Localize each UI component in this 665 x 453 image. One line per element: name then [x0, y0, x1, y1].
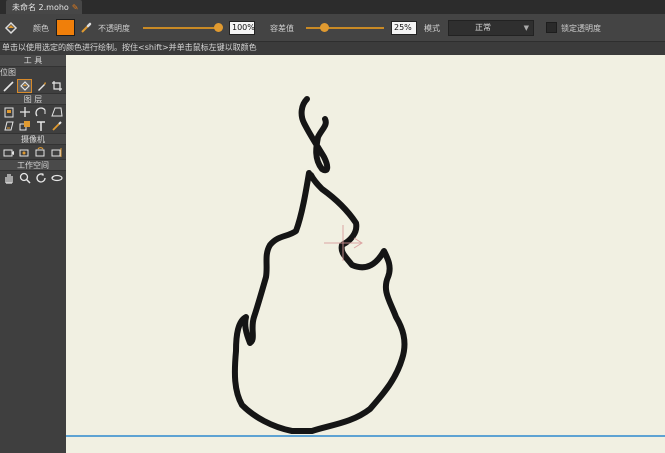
workspace-rotate-tool[interactable] [33, 171, 48, 185]
paint-bucket-tool-icon [19, 81, 30, 91]
lock-opacity-checkbox[interactable] [546, 22, 557, 33]
tolerance-slider[interactable] [306, 27, 384, 29]
mode-select-value: 正常 [475, 23, 491, 32]
translate-layer-icon [19, 107, 30, 117]
scale-layer-tool[interactable] [1, 119, 16, 133]
workspace-orbit-icon [50, 174, 63, 182]
camera-roll-tool[interactable] [33, 145, 48, 159]
scale-layer-icon [3, 121, 14, 131]
layer-arrange-icon [19, 121, 30, 131]
layer-select-tool[interactable] [1, 105, 16, 119]
workspace-rotate-icon [35, 173, 46, 183]
rotate-layer-icon [34, 107, 46, 117]
camera-track-icon [3, 149, 14, 157]
translate-layer-tool[interactable] [17, 105, 32, 119]
tolerance-label: 容差值 [270, 24, 294, 33]
paint-bucket-icon [4, 21, 18, 35]
eraser-tool-icon [37, 82, 46, 91]
layer-tools-row-2 [0, 119, 66, 133]
mode-label: 模式 [424, 24, 440, 33]
camera-section-title: 摄像机 [0, 133, 66, 145]
camera-pan-tilt-icon [51, 148, 61, 157]
paint-bucket-tool[interactable] [17, 79, 32, 93]
opacity-field[interactable]: 100% [229, 21, 255, 35]
camera-track-tool[interactable] [1, 145, 16, 159]
hand-pan-tool[interactable] [1, 171, 16, 185]
color-swatch[interactable] [56, 19, 75, 36]
tab-bar: 未命名 2.moho ✎ [0, 0, 665, 14]
eyedropper-tool-icon [51, 121, 62, 131]
tool-options-bar: 颜色 不透明度 100% 容差值 25% 模式 正常 ▼ 锁定透明度 [0, 14, 665, 42]
drawing-canvas[interactable] [66, 55, 665, 453]
document-tab-title: 未命名 2.moho [12, 2, 69, 12]
status-hint: 单击以使用选定的颜色进行绘制。按住<shift>并单击鼠标左键以取颜色 [0, 42, 665, 54]
tools-panel: 工 具 位图 图 层 摄像机 工作空间 [0, 55, 66, 453]
document-tab[interactable]: 未命名 2.moho ✎ [6, 0, 82, 14]
workspace-zoom-icon [19, 172, 31, 184]
layers-section-title: 图 层 [0, 93, 66, 105]
modified-pencil-icon: ✎ [71, 2, 79, 12]
tools-panel-title: 工 具 [0, 55, 66, 67]
lock-opacity-label: 锁定透明度 [561, 24, 601, 33]
eyedropper-icon[interactable] [79, 21, 93, 35]
text-tool-icon [36, 121, 45, 131]
opacity-label: 不透明度 [98, 24, 130, 33]
camera-roll-icon [35, 147, 44, 157]
brush-tool[interactable] [1, 79, 16, 93]
tolerance-slider-knob[interactable] [320, 23, 329, 32]
flame-top-stroke [298, 96, 331, 174]
flame-body-stroke [231, 170, 408, 434]
opacity-slider[interactable] [143, 27, 220, 29]
layer-arrange-tool[interactable] [17, 119, 32, 133]
camera-zoom-tool[interactable] [17, 145, 32, 159]
mode-select[interactable]: 正常 ▼ [448, 20, 534, 36]
bitmap-section-title: 位图 [0, 68, 16, 77]
layer-tools-row-1 [0, 105, 66, 119]
bitmap-tools-row [0, 79, 66, 93]
layer-select-icon [4, 107, 13, 118]
opacity-slider-knob[interactable] [214, 23, 223, 32]
brush-tool-icon [2, 81, 14, 92]
workspace-section-title: 工作空间 [0, 159, 66, 171]
camera-pan-tilt-tool[interactable] [49, 145, 64, 159]
chevron-down-icon: ▼ [523, 24, 529, 32]
shear-layer-tool[interactable] [49, 105, 64, 119]
camera-tools-row [0, 145, 66, 159]
workspace-zoom-tool[interactable] [17, 171, 32, 185]
workspace-tools-row [0, 171, 66, 185]
canvas-artwork [66, 96, 665, 437]
workspace-orbit-tool[interactable] [49, 171, 64, 185]
text-tool[interactable] [33, 119, 48, 133]
tolerance-field[interactable]: 25% [391, 21, 417, 35]
camera-zoom-icon [19, 149, 28, 157]
eraser-tool[interactable] [33, 79, 48, 93]
color-label: 颜色 [33, 24, 49, 33]
rotate-layer-tool[interactable] [33, 105, 48, 119]
shear-layer-icon [50, 107, 63, 117]
eyedropper-tool[interactable] [49, 119, 64, 133]
hand-pan-icon [4, 174, 13, 184]
crop-tool-icon [51, 81, 62, 91]
crop-tool[interactable] [49, 79, 64, 93]
